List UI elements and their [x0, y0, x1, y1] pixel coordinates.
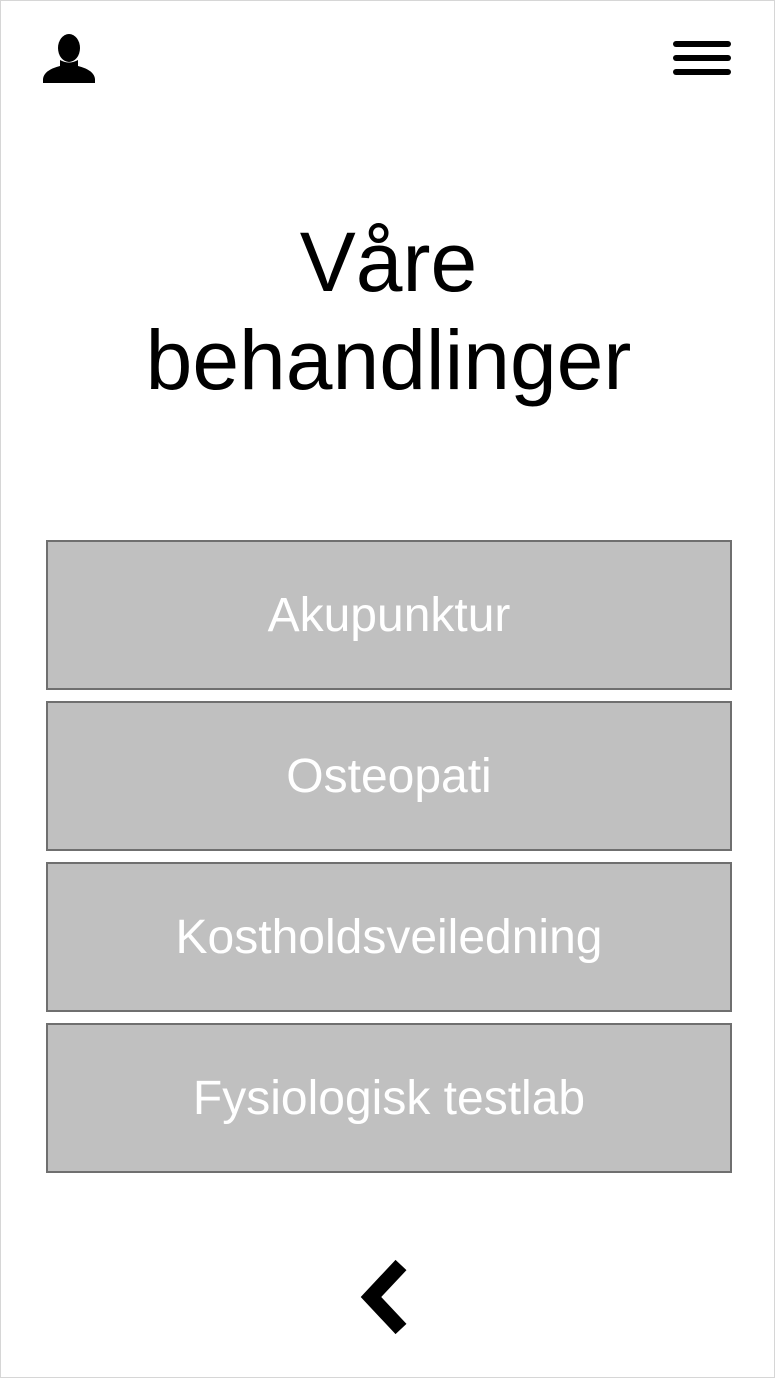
treatment-button-akupunktur[interactable]: Akupunktur [46, 540, 732, 690]
page-title-line-2: behandlinger [145, 313, 632, 407]
hamburger-menu-icon-graphic [673, 41, 731, 75]
treatment-button-fysiologisk-testlab[interactable]: Fysiologisk testlab [46, 1023, 732, 1173]
app-screen: Våre behandlinger Akupunktur Osteopati K… [0, 0, 775, 1378]
page-title: Våre behandlinger [1, 213, 775, 409]
user-icon-graphic [43, 34, 95, 83]
chevron-left-icon[interactable] [357, 1259, 415, 1335]
user-icon[interactable] [41, 33, 97, 85]
page-title-line-1: Våre [299, 215, 478, 309]
treatment-button-kostholdsveiledning[interactable]: Kostholdsveiledning [46, 862, 732, 1012]
chevron-left-icon-graphic [360, 1259, 407, 1335]
treatment-list: Akupunktur Osteopati Kostholdsveiledning… [46, 540, 732, 1184]
hamburger-menu-icon[interactable] [673, 41, 731, 77]
treatment-button-osteopati[interactable]: Osteopati [46, 701, 732, 851]
